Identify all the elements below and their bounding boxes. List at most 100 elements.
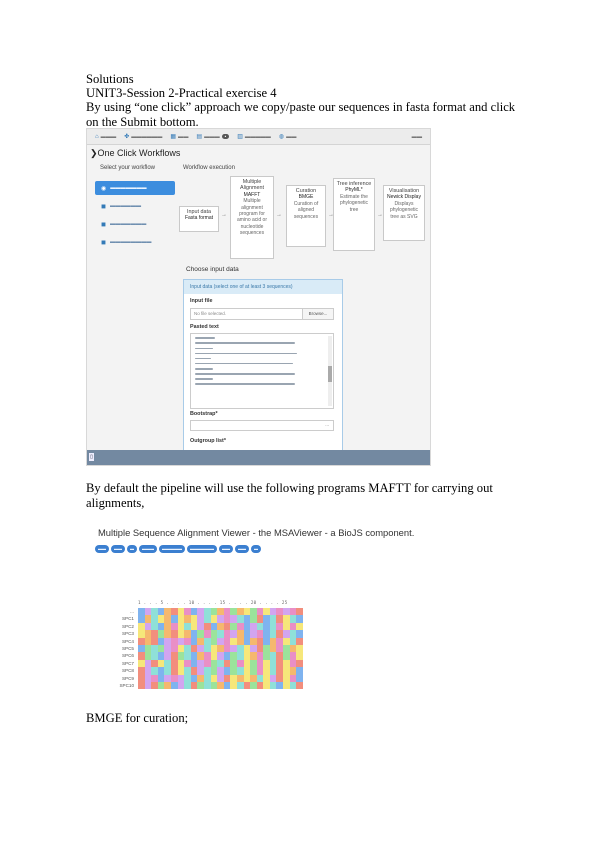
msa-residue-cell	[223, 667, 231, 675]
msa-residue-cell	[223, 652, 231, 660]
msa-sequence-rows	[138, 608, 303, 690]
msa-residue-cell	[190, 674, 198, 682]
workflow-step-tree[interactable]: Tree inference PhyML* Estimate the phylo…	[333, 178, 375, 251]
pasted-text-area[interactable]	[190, 333, 334, 409]
msa-residue-cell	[177, 608, 185, 616]
msa-residue-cell	[170, 674, 178, 682]
msa-residue-cell	[223, 637, 231, 645]
msa-residue-cell	[151, 622, 158, 631]
msa-residue-cell	[190, 659, 198, 668]
msa-residue-cell	[190, 630, 198, 638]
msa-residue-cell	[230, 637, 237, 645]
sidebar-item-2[interactable]: ◼ ▬▬▬▬▬▬	[95, 199, 175, 213]
nav-login[interactable]: ▬▬	[412, 134, 422, 140]
msa-residue-cell	[203, 630, 211, 638]
scroll-left-icon[interactable]: ▯	[89, 453, 94, 461]
msa-residue-cell	[210, 681, 218, 690]
msa-residue-cell	[289, 637, 297, 645]
msa-sequence-row	[138, 681, 303, 690]
msa-button[interactable]: ▬▬▬▬▬▬	[187, 545, 217, 553]
seq-line	[195, 383, 295, 385]
nav-badge: •	[221, 134, 230, 139]
msa-residue-cell	[164, 615, 171, 623]
browse-button[interactable]: Browse...	[302, 309, 333, 319]
msa-residue-cell	[230, 622, 237, 631]
msa-residue-cell	[210, 622, 218, 631]
msa-residue-cell	[151, 608, 158, 616]
step-program: Newick Display	[387, 194, 421, 201]
msa-residue-cell	[269, 667, 277, 675]
msa-residue-cell	[138, 667, 145, 675]
msa-button[interactable]: ▬▬	[219, 545, 233, 553]
msa-residue-cell	[138, 652, 145, 660]
msa-residue-cell	[250, 659, 257, 668]
msa-residue-cell	[256, 667, 264, 675]
panel-header: Input data (select one of at least 3 seq…	[184, 280, 342, 294]
msa-residue-cell	[283, 644, 290, 653]
file-name: No file selected.	[194, 311, 227, 316]
msa-residue-cell	[144, 674, 152, 682]
msa-residue-cell	[250, 622, 257, 631]
nav-help[interactable]: ◍ ▬▬	[278, 133, 297, 141]
msa-residue-cell	[250, 608, 257, 616]
msa-residue-cell	[289, 630, 297, 638]
msa-button[interactable]: ▬▬	[235, 545, 249, 553]
seq-line	[195, 347, 213, 350]
msa-button[interactable]: ▬	[127, 545, 137, 553]
sidebar-item-3[interactable]: ◼ ▬▬▬▬▬▬▬	[95, 217, 175, 231]
msa-residue-cell	[157, 622, 165, 631]
bootstrap-label: Bootstrap*	[190, 411, 218, 417]
bootstrap-select[interactable]: ...	[190, 420, 334, 431]
msa-residue-cell	[217, 652, 224, 660]
msa-button[interactable]: ▬▬▬	[139, 545, 157, 553]
msa-button[interactable]: ▬▬	[111, 545, 125, 553]
msa-residue-cell	[236, 659, 244, 668]
textarea-scrollbar[interactable]	[328, 336, 332, 406]
msa-residue-cell	[230, 667, 237, 675]
workflow-step-input[interactable]: Input data Fasta format	[179, 206, 219, 232]
msa-residue-cell	[197, 622, 204, 631]
workflow-step-alignment[interactable]: Multiple Alignment MAFFT Multiple alignm…	[230, 176, 274, 259]
msa-residue-cell	[184, 652, 191, 660]
bmge-paragraph: BMGE for curation;	[86, 711, 189, 725]
horizontal-scrollbar[interactable]: ▯	[87, 450, 430, 465]
msa-residue-cell	[197, 637, 204, 645]
nav-phylogeny[interactable]: ✤ ▬▬▬▬▬▬	[124, 133, 162, 141]
msa-residue-cell	[170, 630, 178, 638]
scroll-thumb[interactable]	[328, 366, 332, 382]
seq-line	[195, 352, 297, 355]
sidebar-item-4[interactable]: ◼ ▬▬▬▬▬▬▬▬	[95, 235, 175, 249]
msa-button[interactable]: ▬	[251, 545, 261, 553]
msa-residue-cell	[217, 667, 224, 675]
nav-home[interactable]: ⌂ ▬▬▬	[95, 134, 116, 140]
msa-residue-cell	[138, 630, 145, 638]
msa-residue-cell	[170, 622, 178, 631]
msa-residue-cell	[243, 637, 251, 645]
msa-residue-cell	[289, 622, 297, 631]
nav-workflows[interactable]: ▤ ▬▬▬ •	[196, 133, 230, 140]
msa-sequence-name: SPC10	[119, 682, 134, 688]
sidebar-item-phylogeny[interactable]: ◉ ▬▬▬▬▬▬▬	[95, 181, 175, 195]
workflow-step-curation[interactable]: Curation BMGE Curation of aligned sequen…	[286, 185, 326, 247]
msa-button[interactable]: ▬▬▬▬▬	[159, 545, 185, 553]
msa-residue-cell	[289, 608, 297, 616]
pasted-text-label: Pasted text	[190, 324, 219, 330]
msa-residue-cell	[164, 630, 171, 638]
msa-residue-cell	[289, 667, 297, 675]
nav-tools[interactable]: ▦ ▬▬	[170, 133, 188, 141]
msa-residue-cell	[164, 637, 171, 645]
msa-residue-cell	[243, 674, 251, 682]
msa-residue-cell	[164, 622, 171, 631]
seq-line	[195, 362, 293, 365]
msa-residue-cell	[250, 674, 257, 682]
nav-docs[interactable]: ▥ ▬▬▬▬▬	[237, 133, 271, 141]
seq-line	[195, 367, 213, 370]
file-input[interactable]: No file selected. Browse...	[190, 308, 334, 320]
tools-icon: ▦	[170, 134, 177, 140]
bullet-icon: ◉	[101, 185, 107, 192]
msa-residue-cell	[243, 630, 251, 638]
workflow-step-visualisation[interactable]: Visualisation Newick Display Displays ph…	[383, 185, 425, 241]
msa-residue-cell	[269, 608, 277, 616]
help-icon: ◍	[278, 134, 285, 140]
msa-button[interactable]: ▬▬	[95, 545, 109, 553]
